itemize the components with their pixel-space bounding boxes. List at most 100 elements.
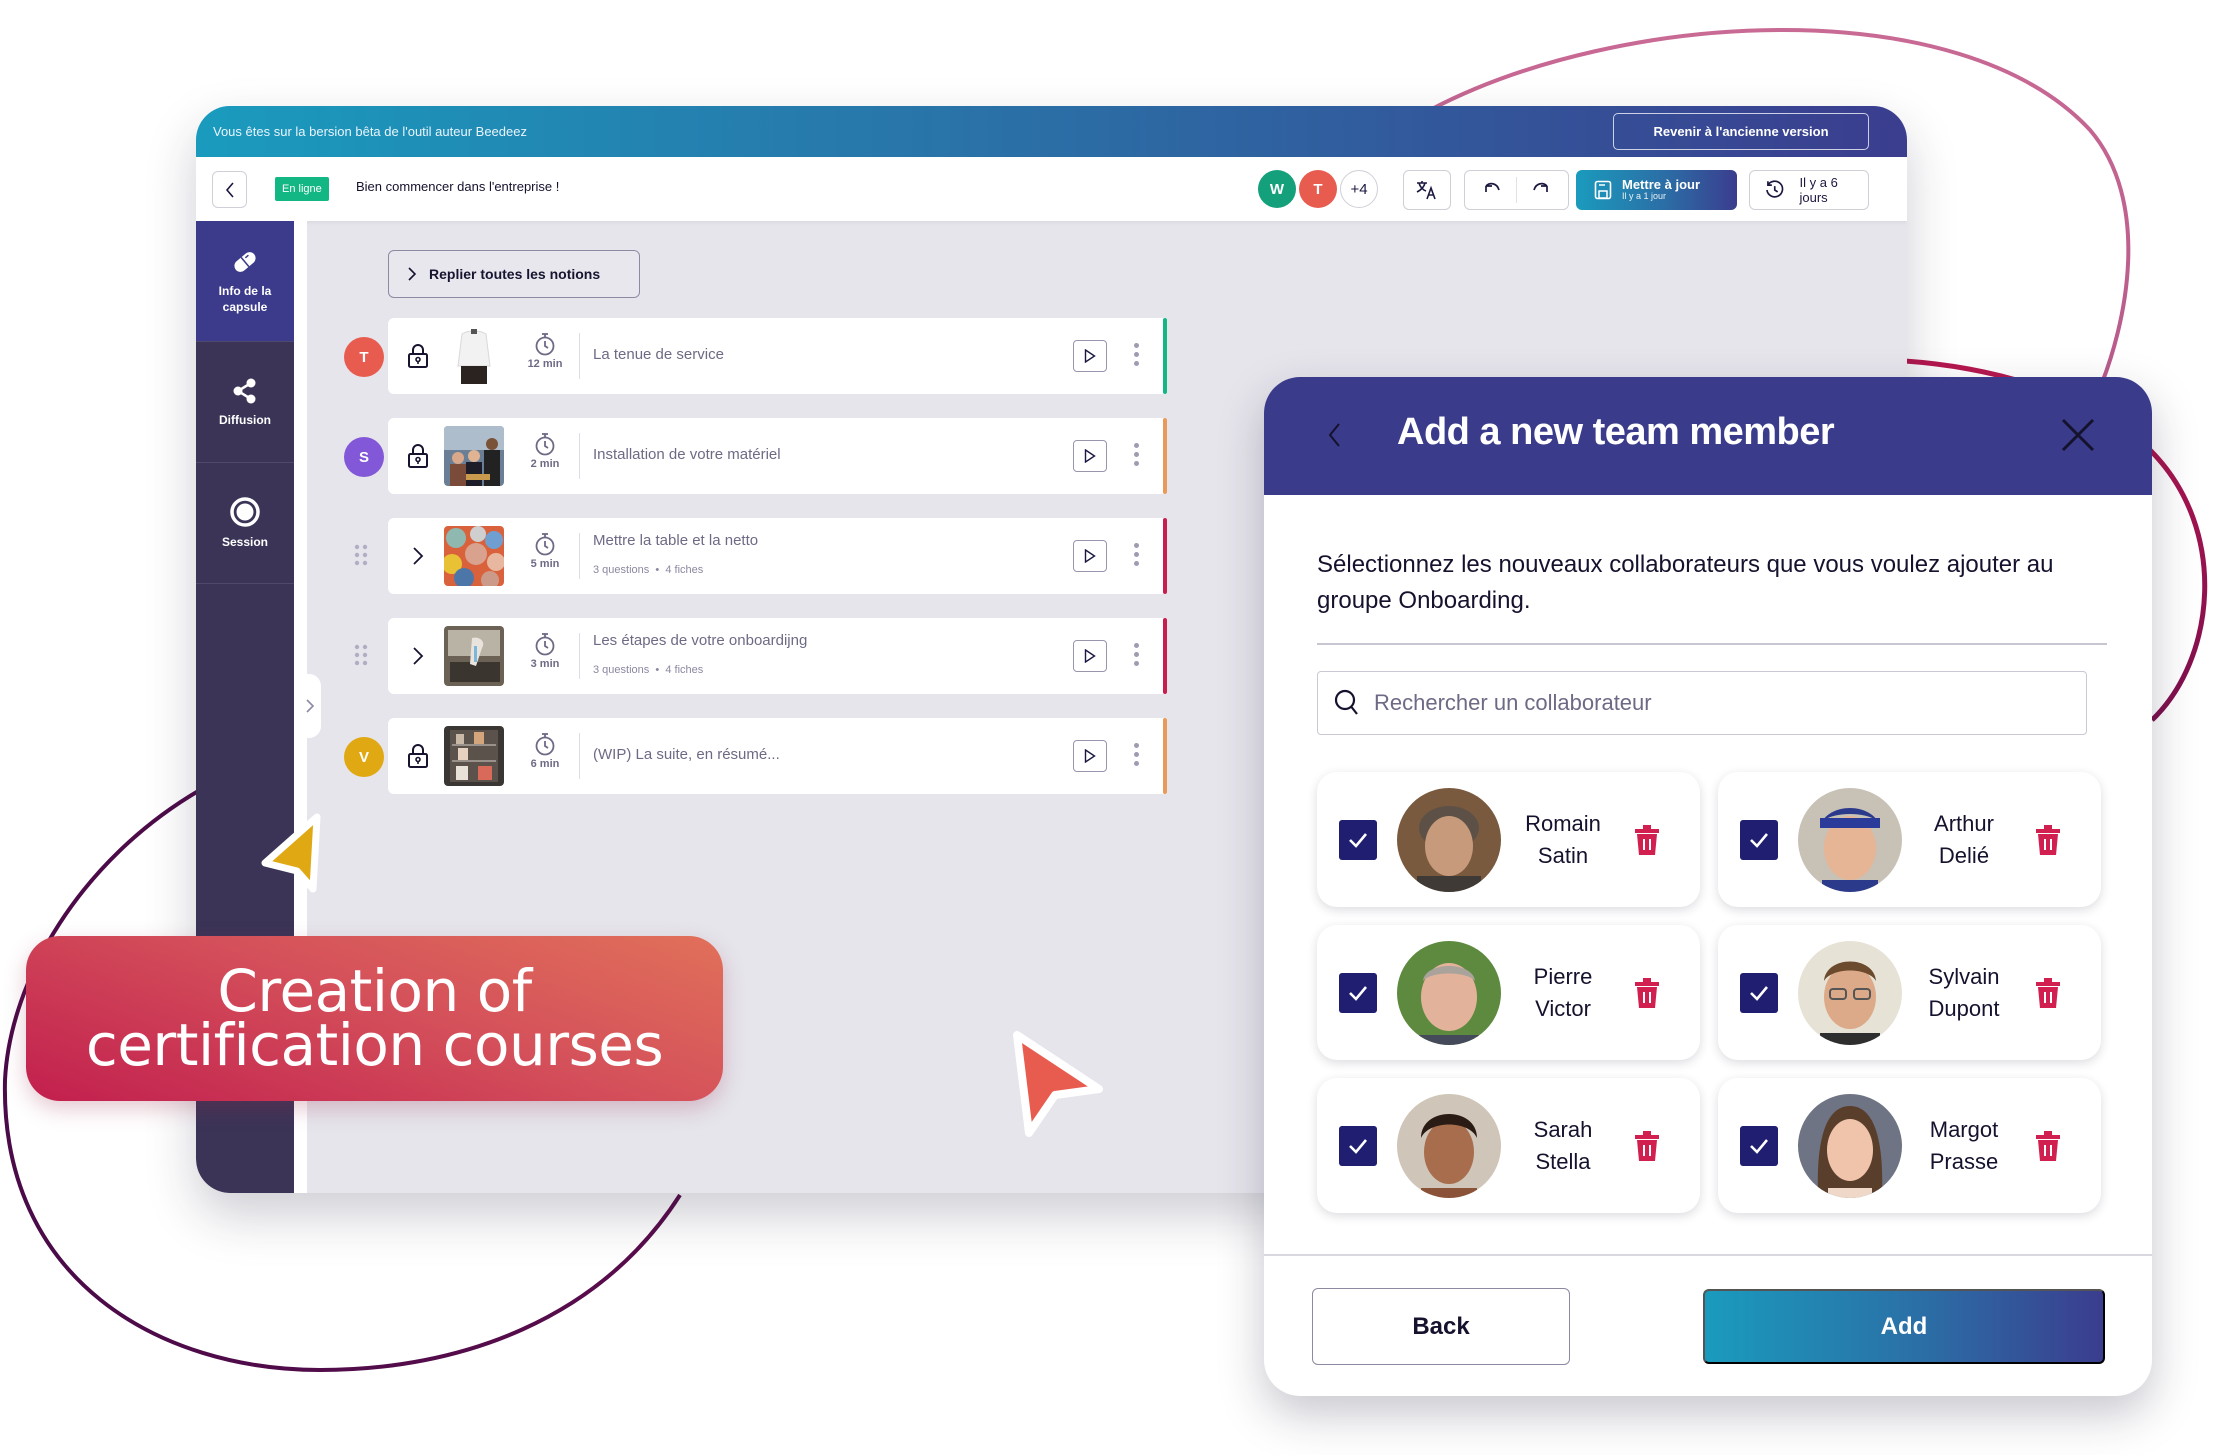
member-name: Sarah Stella [1513,1114,1613,1178]
member-first-name: Sylvain [1928,964,2000,989]
old-version-button[interactable]: Revenir à l'ancienne version [1613,113,1869,150]
drag-handle-icon[interactable] [354,644,368,666]
member-last-name: Delié [1938,842,1990,868]
notion-row[interactable]: T 12 min La tenue de service [344,318,1167,394]
sidebar-item-label: capsule [222,300,268,314]
status-bar [1163,718,1167,794]
chevron-left-icon[interactable] [1326,421,1342,449]
member-checkbox[interactable] [1740,1126,1778,1166]
close-icon[interactable] [2060,417,2096,453]
update-button[interactable]: Mettre à jour Il y a 1 jour [1576,170,1737,210]
sidebar-item-session[interactable]: Session [196,463,294,584]
trash-icon[interactable] [2034,1130,2062,1162]
member-checkbox[interactable] [1339,1126,1377,1166]
duration: 2 min [520,432,570,470]
search-field[interactable] [1317,671,2087,735]
trash-icon[interactable] [2034,977,2062,1009]
member-first-name: Sarah [1533,1117,1593,1142]
play-button[interactable] [1073,640,1107,672]
sidebar-item-diffusion[interactable]: Diffusion [196,342,294,463]
member-checkbox[interactable] [1339,820,1377,860]
notion-row[interactable]: 3 min Les étapes de votre onboardijng 3 … [354,618,1167,694]
collapse-sidebar-handle[interactable] [299,674,321,738]
more-options-icon[interactable] [1134,743,1139,766]
play-icon [1084,349,1096,363]
divider [1317,643,2107,645]
lock-button[interactable] [404,742,432,770]
member-card[interactable]: Sarah Stella [1317,1078,1700,1213]
red-cursor-icon [1013,1031,1103,1137]
course-title: Bien commencer dans l'entreprise ! [356,179,560,194]
play-icon [1084,649,1096,663]
lock-button[interactable] [404,342,432,370]
trash-icon[interactable] [1633,1130,1661,1162]
translate-button[interactable] [1403,170,1451,210]
notion-thumbnail [444,326,504,386]
member-card[interactable]: Pierre Victor [1317,925,1700,1060]
questions-count: 3 questions [593,664,650,676]
member-checkbox[interactable] [1339,973,1377,1013]
notion-thumbnail [444,726,504,786]
collaborator-avatars[interactable]: W T +4 [1258,170,1378,208]
back-button[interactable]: Back [1312,1288,1570,1365]
notion-row[interactable]: 5 min Mettre la table et la netto 3 ques… [354,518,1167,594]
notion-row[interactable]: S 2 min Installation de votre matériel [344,418,1167,494]
notion-title: Les étapes de votre onboardijng [593,632,808,649]
lock-icon [408,344,428,368]
member-checkbox[interactable] [1740,820,1778,860]
lock-button[interactable] [404,442,432,470]
member-card[interactable]: Arthur Delié [1718,772,2101,907]
check-icon [1750,986,1768,1001]
play-button[interactable] [1073,740,1107,772]
member-checkbox[interactable] [1740,973,1778,1013]
member-last-name: Victor [1535,995,1591,1021]
translate-icon [1416,181,1436,200]
check-icon [1349,986,1367,1001]
play-button[interactable] [1073,440,1107,472]
pill-icon [234,251,256,272]
more-options-icon[interactable] [1134,643,1139,666]
play-button[interactable] [1073,340,1107,372]
lock-icon [408,444,428,468]
more-collaborators[interactable]: +4 [1340,170,1378,208]
member-name: Margot Prasse [1914,1114,2014,1178]
drag-handle-icon[interactable] [354,544,368,566]
status-badge: En ligne [275,177,329,201]
author-avatar: V [344,737,384,777]
expand-button[interactable] [404,642,432,670]
divider [579,633,580,679]
fold-all-button[interactable]: Replier toutes les notions [388,250,640,298]
divider [1516,177,1517,203]
trash-icon[interactable] [2034,824,2062,856]
modal-description: Sélectionnez les nouveaux collaborateurs… [1317,551,2054,614]
avatar[interactable]: T [1299,170,1337,208]
sidebar-item-info[interactable]: Info de la capsule [196,221,294,342]
divider [579,533,580,579]
expand-button[interactable] [404,542,432,570]
member-card[interactable]: Margot Prasse [1718,1078,2101,1213]
redo-icon[interactable] [1531,182,1551,198]
modal-header: Add a new team member [1264,377,2152,495]
member-card[interactable]: Sylvain Dupont [1718,925,2101,1060]
member-last-name: Stella [1535,1148,1591,1174]
member-card[interactable]: Romain Satin [1317,772,1700,907]
avatar[interactable]: W [1258,170,1296,208]
play-button[interactable] [1073,540,1107,572]
undo-icon[interactable] [1482,182,1502,198]
back-button[interactable] [212,171,247,208]
search-input[interactable] [1374,690,2054,716]
member-avatar [1798,788,1902,892]
share-icon [233,378,256,404]
divider [579,333,580,379]
add-button[interactable]: Add [1703,1289,2105,1364]
member-last-name: Prasse [1929,1148,1999,1174]
more-options-icon[interactable] [1134,343,1139,366]
more-options-icon[interactable] [1134,543,1139,566]
more-options-icon[interactable] [1134,443,1139,466]
trash-icon[interactable] [1633,824,1661,856]
trash-icon[interactable] [1633,977,1661,1009]
history-button[interactable]: Il y a 6 jours [1749,170,1869,210]
notion-row[interactable]: V 6 min (WIP) La suite, en résumé... [344,718,1167,794]
duration-label: 2 min [530,458,560,470]
questions-count: 3 questions [593,564,650,576]
